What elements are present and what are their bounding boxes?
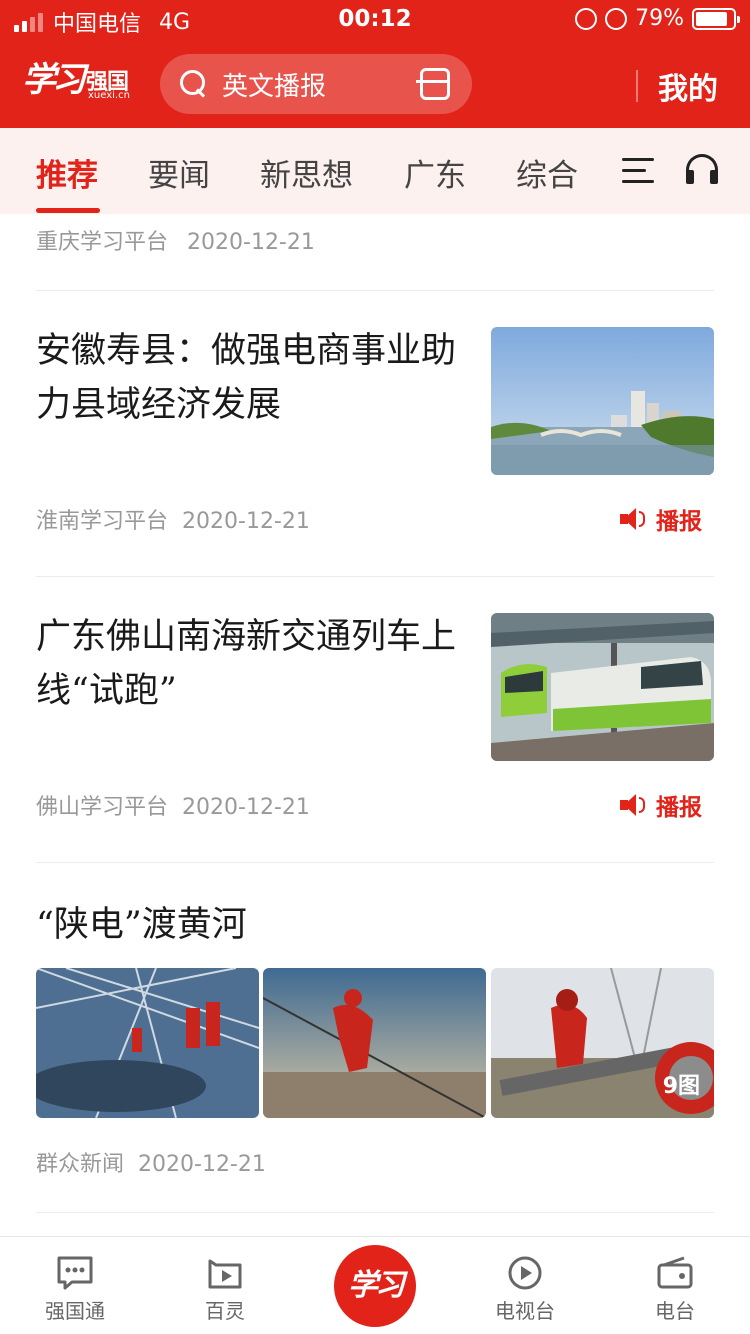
active-tab-indicator bbox=[36, 208, 100, 213]
article-date: 2020-12-21 bbox=[182, 795, 310, 820]
article-date: 2020-12-21 bbox=[187, 230, 315, 255]
article-source: 群众新闻 bbox=[36, 1152, 125, 1177]
bottom-nav: 强国通 百灵 学习 电视台 电台 bbox=[0, 1236, 750, 1334]
speaker-icon bbox=[618, 792, 648, 818]
channel-menu-icon[interactable] bbox=[622, 158, 654, 186]
tab-recommend[interactable]: 推荐 bbox=[36, 150, 98, 195]
search-text: 英文播报 bbox=[222, 71, 327, 102]
status-bar: 中国电信 4G 00:12 79% bbox=[0, 0, 750, 40]
battery-icon bbox=[692, 7, 740, 30]
radio-icon bbox=[657, 1256, 693, 1289]
article-source: 淮南学习平台 bbox=[36, 509, 169, 534]
nav-label: 电视台 bbox=[495, 1299, 555, 1323]
partial-item-meta: 重庆学习平台 2020-12-21 bbox=[36, 224, 315, 256]
rotation-lock-icon bbox=[575, 7, 598, 30]
gallery-image[interactable] bbox=[36, 968, 259, 1118]
article-source: 佛山学习平台 bbox=[36, 795, 169, 820]
article-title[interactable]: 安徽寿县：做强电商事业助力县域经济发展 bbox=[36, 324, 456, 432]
headphones-icon[interactable] bbox=[686, 154, 718, 188]
article-meta: 淮南学习平台 2020-12-21 bbox=[36, 503, 324, 535]
tv-play-icon bbox=[508, 1256, 542, 1290]
chat-icon bbox=[57, 1256, 93, 1290]
xuexi-center-button[interactable]: 学习 bbox=[334, 1245, 416, 1327]
divider bbox=[36, 290, 714, 291]
logo-domain: xuexi.cn bbox=[88, 90, 130, 101]
nav-label: 电台 bbox=[655, 1299, 695, 1323]
search-icon bbox=[180, 70, 208, 98]
broadcast-button[interactable]: 播报 bbox=[618, 788, 702, 822]
gallery-image[interactable]: 9图 bbox=[491, 968, 714, 1118]
scan-icon[interactable] bbox=[416, 68, 450, 100]
broadcast-label: 播报 bbox=[656, 795, 702, 821]
nav-label: 百灵 bbox=[205, 1299, 245, 1323]
tab-general[interactable]: 综合 bbox=[516, 150, 578, 195]
tab-headlines[interactable]: 要闻 bbox=[148, 150, 210, 195]
broadcast-label: 播报 bbox=[656, 509, 702, 535]
article-date: 2020-12-21 bbox=[138, 1152, 266, 1177]
divider bbox=[36, 1212, 714, 1213]
header-divider bbox=[636, 70, 638, 102]
nav-tv[interactable]: 电视台 bbox=[450, 1237, 600, 1334]
image-count: 9图 bbox=[662, 1074, 700, 1099]
tab-guangdong[interactable]: 广东 bbox=[404, 150, 466, 195]
search-bar[interactable]: 英文播报 bbox=[160, 54, 472, 114]
battery-percent: 79% bbox=[635, 6, 684, 31]
article-meta: 佛山学习平台 2020-12-21 bbox=[36, 789, 324, 821]
article-thumbnail[interactable] bbox=[491, 327, 714, 475]
divider bbox=[36, 862, 714, 863]
gallery-meta: 群众新闻 2020-12-21 bbox=[36, 1146, 280, 1178]
article-thumbnail[interactable] bbox=[491, 613, 714, 761]
mine-button[interactable]: 我的 bbox=[658, 64, 718, 108]
speaker-icon bbox=[618, 506, 648, 532]
article-source: 重庆学习平台 bbox=[36, 230, 169, 255]
article-title[interactable]: 广东佛山南海新交通列车上线“试跑” bbox=[36, 610, 456, 718]
tab-new-thought[interactable]: 新思想 bbox=[260, 150, 353, 195]
article-date: 2020-12-21 bbox=[182, 509, 310, 534]
divider bbox=[36, 576, 714, 577]
nav-bailing[interactable]: 百灵 bbox=[150, 1237, 300, 1334]
nav-qiangguotong[interactable]: 强国通 bbox=[0, 1237, 150, 1334]
gallery-title[interactable]: “陕电”渡黄河 bbox=[36, 896, 247, 947]
video-play-icon bbox=[208, 1259, 242, 1289]
alarm-icon bbox=[605, 7, 628, 30]
broadcast-button[interactable]: 播报 bbox=[618, 502, 702, 536]
app-logo[interactable]: 学习 强国 xuexi.cn bbox=[22, 52, 137, 107]
gallery-image[interactable] bbox=[263, 968, 486, 1118]
nav-radio[interactable]: 电台 bbox=[600, 1237, 750, 1334]
logo-script: 学习 bbox=[22, 60, 86, 100]
nav-label: 强国通 bbox=[45, 1299, 105, 1323]
